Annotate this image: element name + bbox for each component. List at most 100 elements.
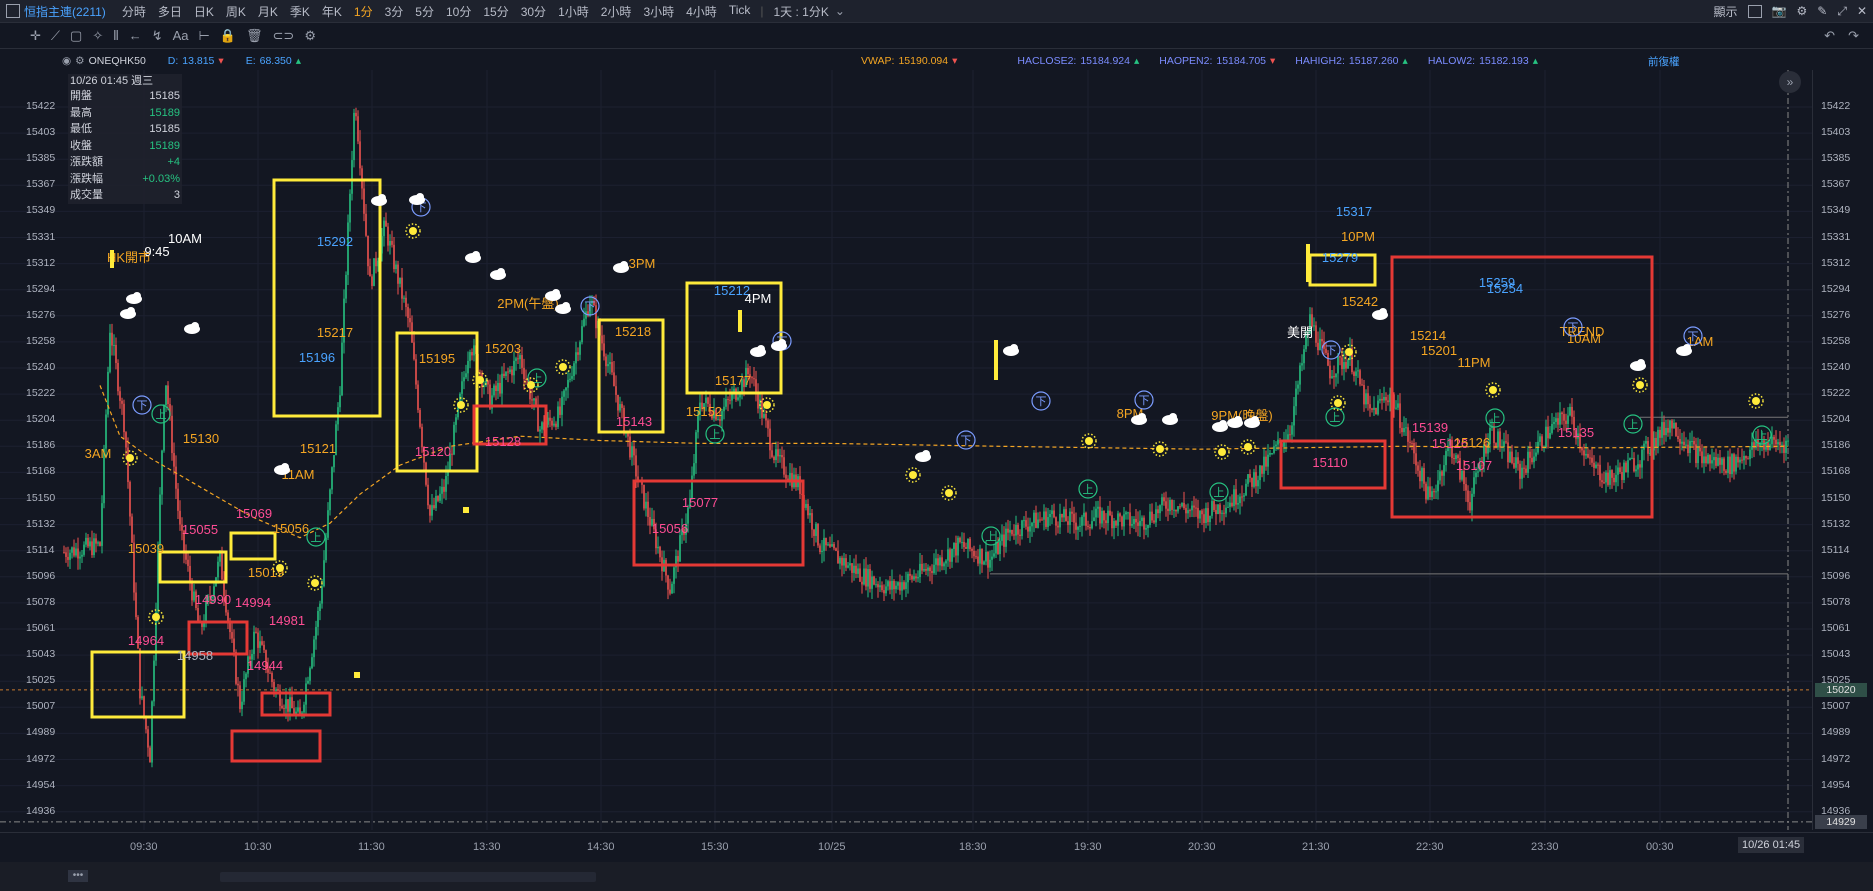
interval-3[interactable]: 周K — [220, 3, 252, 20]
settings-icon[interactable]: ⚙ — [1797, 4, 1808, 18]
symbol-title[interactable]: 恒指主連(2211) — [24, 3, 106, 20]
candle-body — [635, 455, 637, 477]
ohlc-value: 15189 — [149, 106, 180, 119]
interval-4[interactable]: 月K — [252, 3, 284, 20]
lock-icon[interactable]: 🔒 — [220, 28, 236, 44]
time-axis[interactable]: 09:30 10:30 11:30 13:30 14:30 15:30 10/25 18:30… — [0, 832, 1873, 859]
gear-icon[interactable]: ⚙ — [304, 28, 316, 44]
price-label: 15201 — [1421, 343, 1457, 358]
fullscreen-icon[interactable]: ⤢ — [1837, 4, 1847, 19]
interval-13[interactable]: 1小時 — [552, 3, 595, 20]
interval-2[interactable]: 日K — [188, 3, 220, 20]
candle-body — [1199, 510, 1201, 519]
candle-body — [777, 449, 779, 457]
candle-body — [579, 342, 581, 355]
interval-12[interactable]: 30分 — [515, 3, 552, 20]
candle-body — [113, 344, 115, 346]
chevron-down-icon[interactable]: ⌄ — [835, 4, 845, 18]
candle-body — [1125, 512, 1127, 515]
ohlc-label: 漲跌額 — [70, 156, 103, 168]
interval-0[interactable]: 分時 — [116, 3, 152, 20]
candle-body — [1713, 457, 1715, 461]
interval-1[interactable]: 多日 — [152, 3, 188, 20]
candle-body — [1249, 474, 1251, 478]
candle-body — [1265, 456, 1267, 467]
candle-body — [1239, 496, 1241, 504]
interval-7[interactable]: 1分 — [348, 3, 379, 20]
shapes-tool-icon[interactable]: ✧ — [92, 28, 103, 44]
candle-body — [125, 432, 127, 448]
candle-body — [79, 556, 81, 559]
trash-icon[interactable]: 🗑 — [246, 28, 263, 44]
interval-8[interactable]: 3分 — [379, 3, 410, 20]
cloud-icon-top — [778, 339, 786, 347]
candle-body — [1291, 425, 1293, 435]
arrow-tool-icon[interactable]: ← — [129, 28, 142, 43]
crosshair-icon[interactable]: ✛ — [30, 28, 41, 44]
layout-icon[interactable] — [1747, 4, 1762, 18]
price-tick-left: 15204 — [26, 413, 56, 426]
adjust-toggle[interactable]: 前復權 — [1648, 54, 1680, 69]
pen-icon[interactable]: ✎ — [1817, 4, 1827, 18]
candle-body — [499, 382, 501, 394]
candle-body — [1633, 457, 1635, 472]
candle-body — [563, 390, 565, 397]
link-icon[interactable]: ⊂⊃ — [273, 28, 295, 44]
candle-body — [1445, 451, 1447, 466]
candle-body — [993, 553, 995, 557]
interval-5[interactable]: 季K — [284, 3, 316, 20]
measure-tool-icon[interactable]: ⊢ — [199, 28, 210, 44]
camera-icon[interactable]: 📷 — [1772, 4, 1787, 18]
price-tick-left: 15312 — [26, 256, 56, 269]
time-tick: 23:30 — [1531, 841, 1559, 853]
range-scrollbar[interactable] — [220, 872, 596, 882]
interval-17[interactable]: Tick — [723, 3, 757, 20]
interval-9[interactable]: 5分 — [409, 3, 440, 20]
candle-body — [507, 371, 509, 373]
candle-body — [217, 561, 219, 578]
gear-icon[interactable]: ⚙ — [75, 55, 84, 67]
candle-body — [1513, 463, 1515, 468]
period-select[interactable]: 1天 : 1分K — [768, 3, 835, 20]
brush-tool-icon[interactable]: ↯ — [152, 28, 163, 44]
price-label: 15203 — [485, 341, 521, 356]
candle-body — [1261, 465, 1263, 474]
price-tick: 15385 — [1821, 152, 1851, 165]
eye-icon[interactable]: ◉ — [62, 55, 71, 67]
rectangle-tool-icon[interactable]: ▢ — [70, 28, 82, 44]
display-menu[interactable]: 顯示 — [1714, 3, 1738, 20]
candle-body — [1059, 513, 1061, 528]
price-tick: 15222 — [1821, 387, 1851, 400]
halow-label: HALOW2: — [1427, 55, 1476, 67]
candle-body — [1373, 407, 1375, 410]
candle-body — [1069, 511, 1071, 525]
candle-body — [1527, 451, 1529, 473]
interval-10[interactable]: 10分 — [440, 3, 477, 20]
price-chart[interactable]: 14964 15055 15069 14990 14994 14981 14944 15120… — [0, 70, 1812, 830]
sun-icon — [126, 454, 134, 462]
ohlc-row: 最高 15189 — [68, 105, 182, 122]
candle-body — [1539, 436, 1541, 442]
candle-body — [855, 565, 857, 574]
more-icon[interactable]: ••• — [68, 870, 88, 882]
interval-16[interactable]: 4小時 — [680, 3, 723, 20]
interval-15[interactable]: 3小時 — [637, 3, 680, 20]
interval-6[interactable]: 年K — [316, 3, 348, 20]
line-tool-icon[interactable]: ⟋ — [51, 28, 60, 44]
undo-icon[interactable]: ↶ — [1824, 28, 1835, 44]
interval-11[interactable]: 15分 — [477, 3, 514, 20]
candle-body — [959, 537, 961, 543]
candle-body — [1033, 512, 1035, 523]
price-tick: 15403 — [1821, 126, 1851, 139]
candle-body — [887, 581, 889, 587]
text-tool-icon[interactable]: Aa — [173, 28, 189, 43]
price-label: 15214 — [1410, 328, 1446, 343]
sidebar-toggle-icon[interactable] — [6, 4, 20, 18]
interval-14[interactable]: 2小時 — [595, 3, 638, 20]
close-icon[interactable]: ✕ — [1857, 4, 1867, 18]
candle-body — [827, 544, 829, 546]
redo-icon[interactable]: ↷ — [1848, 28, 1859, 44]
channel-tool-icon[interactable]: ⫴ — [113, 28, 118, 44]
price-axis[interactable]: 15422 15403 15385 15367 15349 15331 15312 15294… — [1812, 70, 1873, 830]
candle-body — [1097, 506, 1099, 509]
